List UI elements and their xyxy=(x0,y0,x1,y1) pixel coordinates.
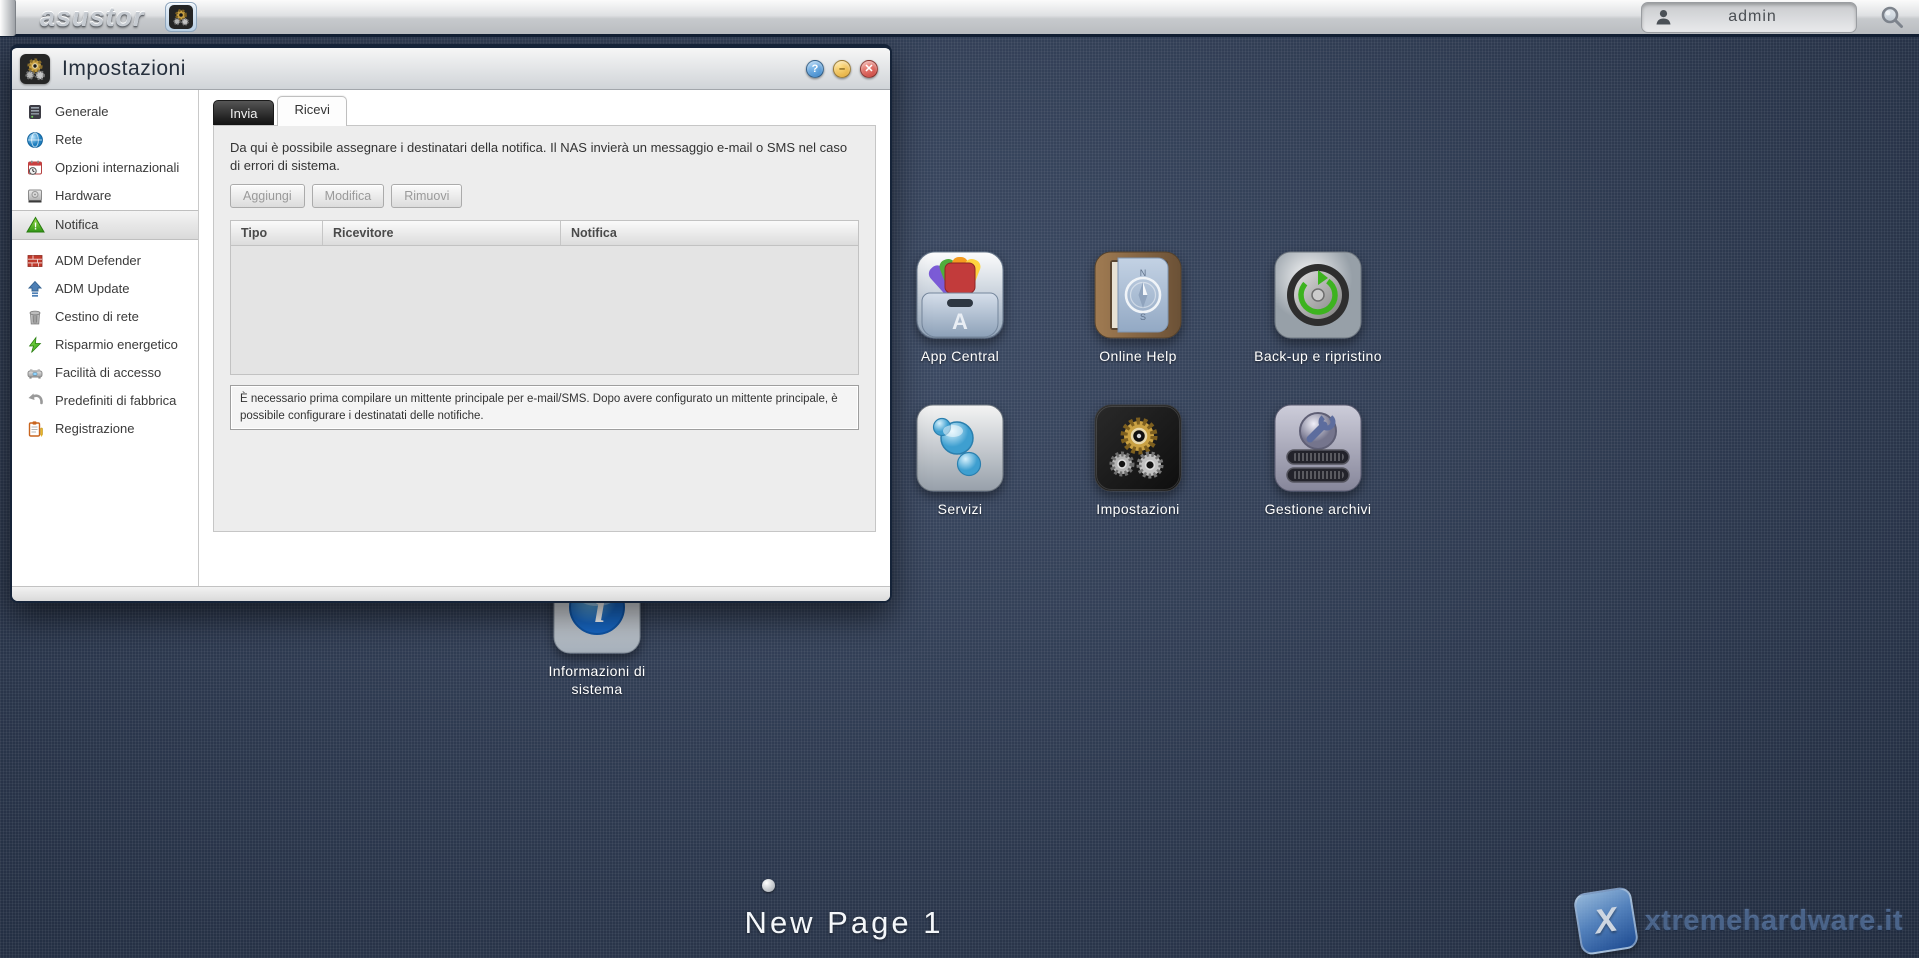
window-titlebar[interactable]: Impostazioni ? – ✕ xyxy=(12,48,890,90)
services-icon xyxy=(916,404,1004,492)
sidebar-item-adm-defender[interactable]: ADM Defender xyxy=(12,247,198,275)
search-icon[interactable] xyxy=(1879,4,1905,30)
sidebar-item-notifica[interactable]: ! Notifica xyxy=(12,210,198,240)
settings-sidebar: Generale Rete Opzioni internazionali Har… xyxy=(12,90,199,586)
tab-invia[interactable]: Invia xyxy=(213,100,275,126)
backup-restore-icon xyxy=(1274,251,1362,339)
online-help-icon: N S xyxy=(1094,251,1182,339)
desktop-icon-label: Impostazioni xyxy=(1096,501,1180,517)
user-menu[interactable]: admin xyxy=(1641,1,1857,33)
sidebar-item-opzioni-internazionali[interactable]: Opzioni internazionali xyxy=(12,154,198,182)
desktop-page-indicator-dot[interactable] xyxy=(762,879,775,892)
sidebar-label: Notifica xyxy=(55,216,99,232)
server-icon xyxy=(25,103,45,121)
firewall-icon xyxy=(25,252,45,270)
notice-message: È necessario prima compilare un mittente… xyxy=(230,385,859,431)
sidebar-item-rete[interactable]: Rete xyxy=(12,126,198,154)
sidebar-label: ADM Defender xyxy=(55,252,141,268)
panel-handle[interactable] xyxy=(0,0,16,36)
sidebar-label: Cestino di rete xyxy=(55,308,139,324)
desktop-icon-gestione-archivi[interactable]: Gestione archivi xyxy=(1238,404,1398,518)
sidebar-item-hardware[interactable]: Hardware xyxy=(12,182,198,210)
xtremehardware-logo-icon: X xyxy=(1572,885,1640,957)
access-device-icon xyxy=(25,364,45,382)
top-taskbar: asustor admin xyxy=(0,0,1919,37)
desktop-icon-servizi[interactable]: Servizi xyxy=(880,404,1040,518)
minimize-button[interactable]: – xyxy=(833,59,851,78)
gears-icon xyxy=(20,53,50,84)
network-globe-icon xyxy=(25,131,45,149)
column-header-notifica[interactable]: Notifica xyxy=(561,221,858,245)
notification-settings-content: Invia Ricevi Da qui è possibile assegnar… xyxy=(199,90,890,586)
ricevi-tab-panel: Da qui è possibile assegnare i destinata… xyxy=(213,125,876,532)
reset-arrow-icon xyxy=(25,392,45,410)
sidebar-label: Risparmio energetico xyxy=(55,336,178,352)
aggiungi-button[interactable]: Aggiungi xyxy=(230,184,305,209)
sidebar-label: Registrazione xyxy=(55,420,135,436)
trash-icon xyxy=(25,308,45,326)
sidebar-label: Opzioni internazionali xyxy=(55,159,180,175)
column-header-tipo[interactable]: Tipo xyxy=(231,221,323,246)
sidebar-label: Generale xyxy=(55,103,109,119)
harddrive-icon xyxy=(25,187,45,205)
watermark-x: X xyxy=(1591,899,1620,942)
desktop-icon-label: App Central xyxy=(920,348,1000,364)
update-arrow-icon xyxy=(25,280,45,298)
storage-manager-icon xyxy=(1274,404,1362,492)
app-central-icon: A xyxy=(916,251,1004,339)
svg-text:!: ! xyxy=(33,222,36,233)
energy-bolt-icon xyxy=(25,336,45,354)
calendar-clock-icon xyxy=(25,159,45,177)
close-button[interactable]: ✕ xyxy=(860,59,878,78)
sidebar-item-cestino-di-rete[interactable]: Cestino di rete xyxy=(12,303,198,331)
alert-triangle-icon: ! xyxy=(25,216,45,234)
watermark-text: xtremehardware.it xyxy=(1644,904,1903,937)
logged-in-user: admin xyxy=(1728,8,1777,25)
sidebar-label: Hardware xyxy=(55,187,112,203)
desktop-page-label: New Page 1 xyxy=(744,905,944,940)
sidebar-label: Facilità di accesso xyxy=(55,364,162,380)
sidebar-label: ADM Update xyxy=(55,280,130,296)
rimuovi-button[interactable]: Rimuovi xyxy=(391,184,463,209)
clipboard-icon xyxy=(25,420,45,438)
desktop-icon-label: Online Help xyxy=(1099,348,1177,364)
impostazioni-window: Impostazioni ? – ✕ Generale Rete Opzioni… xyxy=(10,44,892,603)
column-header-ricevitore[interactable]: Ricevitore xyxy=(323,221,561,246)
help-button[interactable]: ? xyxy=(806,59,824,78)
sidebar-item-facilita-di-accesso[interactable]: Facilità di accesso xyxy=(12,359,198,387)
empty-table-body xyxy=(231,246,858,375)
sidebar-item-adm-update[interactable]: ADM Update xyxy=(12,275,198,303)
svg-text:S: S xyxy=(1140,312,1146,322)
desktop-icon-impostazioni[interactable]: Impostazioni xyxy=(1058,404,1218,518)
desktop-icon-label: Informazioni di sistema xyxy=(548,663,646,698)
recipients-table: Tipo Ricevitore Notifica xyxy=(230,220,859,376)
asustor-logo: asustor xyxy=(40,1,145,32)
svg-text:N: N xyxy=(1140,268,1147,278)
taskbar-app-impostazioni[interactable] xyxy=(164,2,197,32)
sidebar-item-risparmio-energetico[interactable]: Risparmio energetico xyxy=(12,331,198,359)
desktop-icon-backup-ripristino[interactable]: Back-up e ripristino xyxy=(1238,251,1398,365)
svg-text:A: A xyxy=(952,309,968,334)
desktop-icon-label: Gestione archivi xyxy=(1264,501,1372,517)
sidebar-item-generale[interactable]: Generale xyxy=(12,98,198,126)
sidebar-label: Rete xyxy=(55,131,83,147)
tab-ricevi[interactable]: Ricevi xyxy=(277,96,347,126)
desktop-icon-label: Servizi xyxy=(937,501,983,517)
window-statusbar xyxy=(12,586,890,601)
desktop-icon-online-help[interactable]: N S Online Help xyxy=(1058,251,1218,365)
modifica-button[interactable]: Modifica xyxy=(311,184,385,209)
sidebar-label: Predefiniti di fabbrica xyxy=(55,392,177,408)
panel-description: Da qui è possibile assegnare i destinata… xyxy=(230,140,848,173)
watermark: X xtremehardware.it xyxy=(1572,885,1903,957)
person-icon xyxy=(1656,10,1671,25)
desktop-icon-app-central[interactable]: A App Central xyxy=(880,251,1040,365)
settings-gears-icon xyxy=(1094,404,1182,492)
tab-strip: Invia Ricevi xyxy=(213,96,876,126)
sidebar-item-registrazione[interactable]: Registrazione xyxy=(12,415,198,443)
gears-app-icon xyxy=(168,5,193,29)
desktop-icon-label: Back-up e ripristino xyxy=(1254,348,1382,364)
sidebar-item-predefiniti-di-fabbrica[interactable]: Predefiniti di fabbrica xyxy=(12,387,198,415)
window-title: Impostazioni xyxy=(62,56,186,80)
